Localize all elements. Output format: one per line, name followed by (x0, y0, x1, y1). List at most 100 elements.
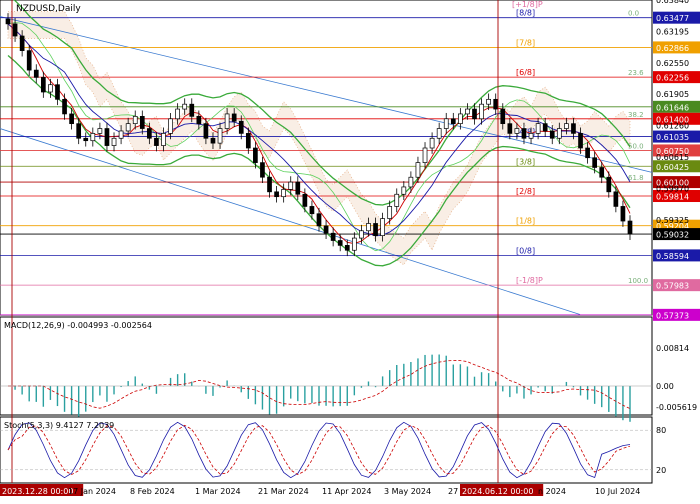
price-axis-tick: 0.60615 (656, 153, 689, 162)
candle-body (394, 193, 400, 207)
candle-body (316, 213, 322, 227)
price-chart[interactable]: [8/8]0.0[7/8][6/8]23.638.2[4/8]50.0[3/8]… (0, 0, 700, 500)
price-level-label: 0.57373 (653, 308, 700, 321)
candle-body (592, 157, 598, 168)
candle-body (217, 128, 223, 144)
candle-body (415, 162, 421, 178)
price-axis-tick: 0.63840 (656, 0, 689, 5)
candle-body (578, 133, 583, 149)
murrey-label: [-1/8]P (516, 276, 543, 285)
candle-body (231, 113, 237, 122)
x-axis-tick: 1 Mar 2024 (195, 487, 241, 496)
candle-body (253, 147, 258, 163)
price-level-label: 0.63477 (653, 11, 700, 24)
candle-body (69, 113, 74, 125)
candle-body (104, 128, 110, 146)
candle-body (613, 191, 619, 207)
x-axis-label: 21 Mar 2024 (258, 487, 309, 496)
candle-body (359, 230, 364, 239)
candle-body (132, 116, 138, 125)
price-level-text: 0.60425 (656, 163, 689, 172)
candle-body (118, 130, 124, 139)
candle-body (351, 237, 357, 251)
candle-body (486, 98, 491, 105)
stoch-axis-tick: 20 (656, 466, 666, 475)
x-axis-tick: 8 Feb 2024 (130, 487, 175, 496)
price-level-text: 0.59814 (656, 193, 689, 202)
price-level-text: 0.62256 (656, 74, 689, 83)
x-axis-label: 10 Jul 2024 (595, 487, 640, 496)
x-axis-tick: 11 Apr 2024 (322, 487, 371, 496)
candle-body (40, 77, 46, 93)
candle-body (514, 128, 520, 134)
candle-body (62, 98, 67, 115)
price-level-label: 0.62866 (653, 41, 700, 54)
candle-body (387, 206, 393, 219)
price-axis-tick: 0.61905 (656, 90, 689, 99)
x-axis-tick: 21 Mar 2024 (258, 487, 309, 496)
fib-label: 61.8 (628, 174, 644, 182)
x-axis-tick: 3 May 2024 (384, 487, 431, 496)
candle-body (479, 103, 484, 120)
candle-body (83, 137, 89, 142)
price-axis-tick: 0.62550 (656, 59, 689, 68)
candle-body (33, 69, 39, 78)
candle-body (422, 147, 428, 163)
x-axis-label: 8 Feb 2024 (130, 487, 175, 496)
x-axis-label: 2024.06.12 00:00 (462, 487, 533, 496)
macd-label: MACD(12,26,9) -0.004993 -0.002564 (4, 321, 152, 330)
price-level-label: 0.61646 (653, 100, 700, 113)
candle-body (373, 223, 378, 236)
fib-label: 0.0 (628, 10, 639, 18)
candle-body (429, 137, 435, 149)
candle-body (507, 123, 513, 134)
candle-body (26, 50, 32, 71)
candle-body (111, 137, 117, 146)
candle-body (443, 118, 449, 129)
candle-body (571, 123, 576, 134)
candle-body (556, 128, 562, 139)
candle-body (274, 191, 279, 198)
price-level-text: 0.61035 (656, 133, 689, 142)
candle-body (302, 193, 308, 207)
candle-body (76, 123, 82, 139)
macd-axis-tick: 0.00 (656, 382, 674, 391)
price-level-label: 0.59032 (653, 228, 700, 241)
x-axis-tick: n 2024 (538, 487, 566, 496)
fib-label: 23.6 (628, 69, 644, 77)
fib-label: 38.2 (628, 111, 644, 119)
candle-body (5, 18, 11, 25)
x-axis-tick: 10 Jul 2024 (595, 487, 640, 496)
candle-body (224, 113, 230, 129)
candle-body (210, 137, 216, 144)
candle-body (528, 133, 534, 139)
x-axis-label: n 2024 (538, 487, 566, 496)
candle-body (606, 176, 612, 193)
candle-body (493, 98, 499, 110)
candle-body (436, 128, 442, 139)
macd-axis-tick: 0.00814 (656, 344, 689, 353)
chart-symbol-label: NZDUSD,Daily (16, 4, 81, 14)
price-level-text: 0.59032 (656, 231, 689, 240)
candle-body (288, 181, 294, 190)
candle-body (189, 103, 195, 117)
candle-body (139, 116, 145, 129)
candle-body (168, 118, 173, 134)
x-axis-tick: 2024.06.12 00:00 (460, 484, 544, 496)
candle-body (125, 123, 131, 132)
fib-label: 100.0 (628, 277, 648, 285)
candle-body (12, 23, 18, 37)
candle-body (564, 123, 569, 129)
candle-body (97, 128, 103, 134)
candle-body (281, 189, 287, 198)
candle-body (19, 35, 25, 51)
candle-body (408, 176, 414, 188)
candle-body (627, 220, 633, 235)
candle-body (245, 133, 251, 149)
x-axis-label: 11 Apr 2024 (322, 487, 371, 496)
candle-body (521, 128, 527, 139)
candle-body (465, 108, 470, 115)
murrey-label: [3/8] (516, 157, 535, 166)
candle-body (260, 162, 265, 178)
price-level-text: 0.57373 (656, 311, 689, 320)
